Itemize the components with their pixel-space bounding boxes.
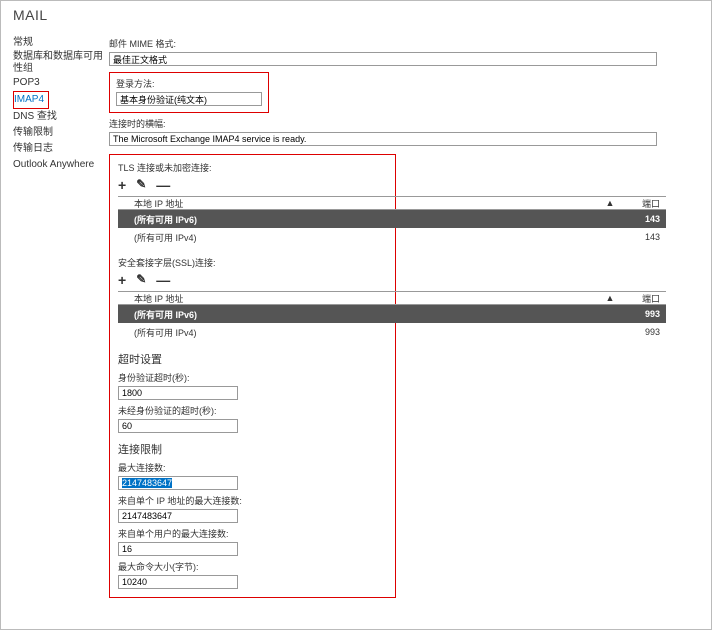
table-row[interactable]: (所有可用 IPv4) 143 bbox=[118, 228, 666, 246]
sort-caret-icon: ▲ bbox=[604, 293, 616, 303]
perip-label: 来自单个 IP 地址的最大连接数: bbox=[118, 494, 387, 507]
sidebar-item-db[interactable]: 数据库和数据库可用性组 bbox=[13, 51, 109, 75]
sidebar: 常规 数据库和数据库可用性组 POP3 IMAP4 DNS 查找 传输限制 传输… bbox=[13, 25, 109, 598]
delete-icon[interactable]: — bbox=[156, 272, 170, 288]
edit-icon[interactable]: ✎ bbox=[136, 177, 146, 193]
main-panel: 邮件 MIME 格式: 登录方法: 连接时的横幅: TLS 连接或未加密连接: … bbox=[109, 25, 699, 598]
banner-input[interactable] bbox=[109, 132, 657, 146]
sidebar-item-pop3[interactable]: POP3 bbox=[13, 75, 109, 91]
unauth-timeout-input[interactable] bbox=[118, 419, 238, 433]
unauth-timeout-label: 未经身份验证的超时(秒): bbox=[118, 404, 387, 417]
peruser-input[interactable] bbox=[118, 542, 238, 556]
cmdsize-label: 最大命令大小(字节): bbox=[118, 560, 387, 573]
page-title: MAIL bbox=[1, 1, 711, 25]
sidebar-item-imap4[interactable]: IMAP4 bbox=[13, 91, 49, 109]
ssl-toolbar: + ✎ — bbox=[118, 272, 387, 288]
ssl-col-port[interactable]: 端口 bbox=[616, 292, 666, 305]
edit-icon[interactable]: ✎ bbox=[136, 272, 146, 288]
tls-toolbar: + ✎ — bbox=[118, 177, 387, 193]
table-row[interactable]: (所有可用 IPv6) 143 bbox=[118, 210, 666, 228]
tls-col-port[interactable]: 端口 bbox=[616, 197, 666, 210]
sidebar-item-outlook-anywhere[interactable]: Outlook Anywhere bbox=[13, 157, 109, 173]
tls-col-addr[interactable]: 本地 IP 地址 bbox=[118, 197, 604, 210]
add-icon[interactable]: + bbox=[118, 177, 126, 193]
mime-input[interactable] bbox=[109, 52, 657, 66]
banner-label: 连接时的横幅: bbox=[109, 117, 699, 130]
peruser-label: 来自单个用户的最大连接数: bbox=[118, 527, 387, 540]
max-conn-value: 2147483647 bbox=[118, 476, 238, 490]
body: 常规 数据库和数据库可用性组 POP3 IMAP4 DNS 查找 传输限制 传输… bbox=[1, 25, 711, 598]
auth-timeout-label: 身份验证超时(秒): bbox=[118, 371, 387, 384]
logon-input[interactable] bbox=[116, 92, 262, 106]
sidebar-item-general[interactable]: 常规 bbox=[13, 35, 109, 51]
logon-highlight: 登录方法: bbox=[109, 72, 269, 113]
table-row[interactable]: (所有可用 IPv6) 993 bbox=[118, 305, 666, 323]
mime-label: 邮件 MIME 格式: bbox=[109, 37, 699, 50]
sidebar-item-dns[interactable]: DNS 查找 bbox=[13, 109, 109, 125]
tls-section-label: TLS 连接或未加密连接: bbox=[118, 161, 387, 174]
delete-icon[interactable]: — bbox=[156, 177, 170, 193]
max-conn-label: 最大连接数: bbox=[118, 461, 387, 474]
sidebar-item-transport-logs[interactable]: 传输日志 bbox=[13, 141, 109, 157]
logon-label: 登录方法: bbox=[116, 77, 262, 90]
ssl-section-label: 安全套接字层(SSL)连接: bbox=[118, 256, 387, 269]
conn-heading: 连接限制 bbox=[118, 441, 387, 457]
perip-input[interactable] bbox=[118, 509, 238, 523]
sort-caret-icon: ▲ bbox=[604, 198, 616, 208]
ssl-col-addr[interactable]: 本地 IP 地址 bbox=[118, 292, 604, 305]
ssl-table-header: 本地 IP 地址 ▲ 端口 bbox=[118, 291, 666, 305]
auth-timeout-input[interactable] bbox=[118, 386, 238, 400]
table-row[interactable]: (所有可用 IPv4) 993 bbox=[118, 323, 666, 341]
settings-window: MAIL 常规 数据库和数据库可用性组 POP3 IMAP4 DNS 查找 传输… bbox=[0, 0, 712, 630]
timeout-heading: 超时设置 bbox=[118, 351, 387, 367]
cmdsize-input[interactable] bbox=[118, 575, 238, 589]
connections-highlight: TLS 连接或未加密连接: + ✎ — 本地 IP 地址 ▲ 端口 (所有可用 … bbox=[109, 154, 396, 598]
tls-table-header: 本地 IP 地址 ▲ 端口 bbox=[118, 196, 666, 210]
sidebar-item-transport-limits[interactable]: 传输限制 bbox=[13, 125, 109, 141]
add-icon[interactable]: + bbox=[118, 272, 126, 288]
